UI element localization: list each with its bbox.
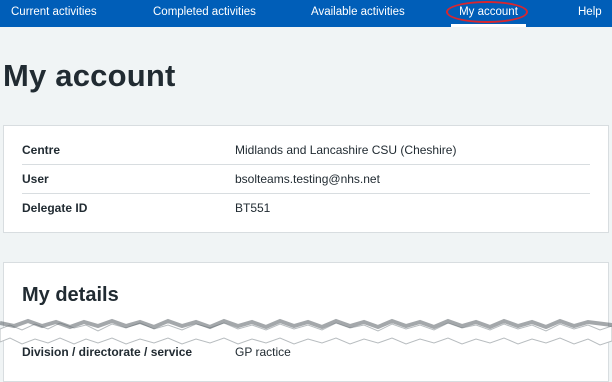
nav-current-activities[interactable]: Current activities xyxy=(11,0,97,27)
nav-available-activities[interactable]: Available activities xyxy=(311,0,405,27)
centre-label: Centre xyxy=(22,143,61,157)
torn-edge-graphic xyxy=(0,318,612,346)
delegate-id-row: Delegate ID BT551 xyxy=(22,194,590,222)
user-label: User xyxy=(22,172,49,186)
top-navigation: Current activities Completed activities … xyxy=(0,0,612,27)
delegate-id-value: BT551 xyxy=(235,201,271,215)
user-row: User bsolteams.testing@nhs.net xyxy=(22,165,590,194)
account-summary-card: Centre Midlands and Lancashire CSU (Ches… xyxy=(3,125,609,233)
delegate-id-label: Delegate ID xyxy=(22,201,88,215)
page-title: My account xyxy=(3,58,176,93)
my-details-heading: My details xyxy=(22,284,119,306)
nav-completed-activities[interactable]: Completed activities xyxy=(153,0,256,27)
division-label: Division / directorate / service xyxy=(22,345,193,359)
centre-row: Centre Midlands and Lancashire CSU (Ches… xyxy=(22,136,590,165)
nav-help[interactable]: Help xyxy=(578,0,602,27)
division-value: GP ractice xyxy=(235,345,291,359)
nav-my-account[interactable]: My account xyxy=(446,0,528,27)
centre-value: Midlands and Lancashire CSU (Cheshire) xyxy=(235,143,457,157)
user-value: bsolteams.testing@nhs.net xyxy=(235,172,380,186)
